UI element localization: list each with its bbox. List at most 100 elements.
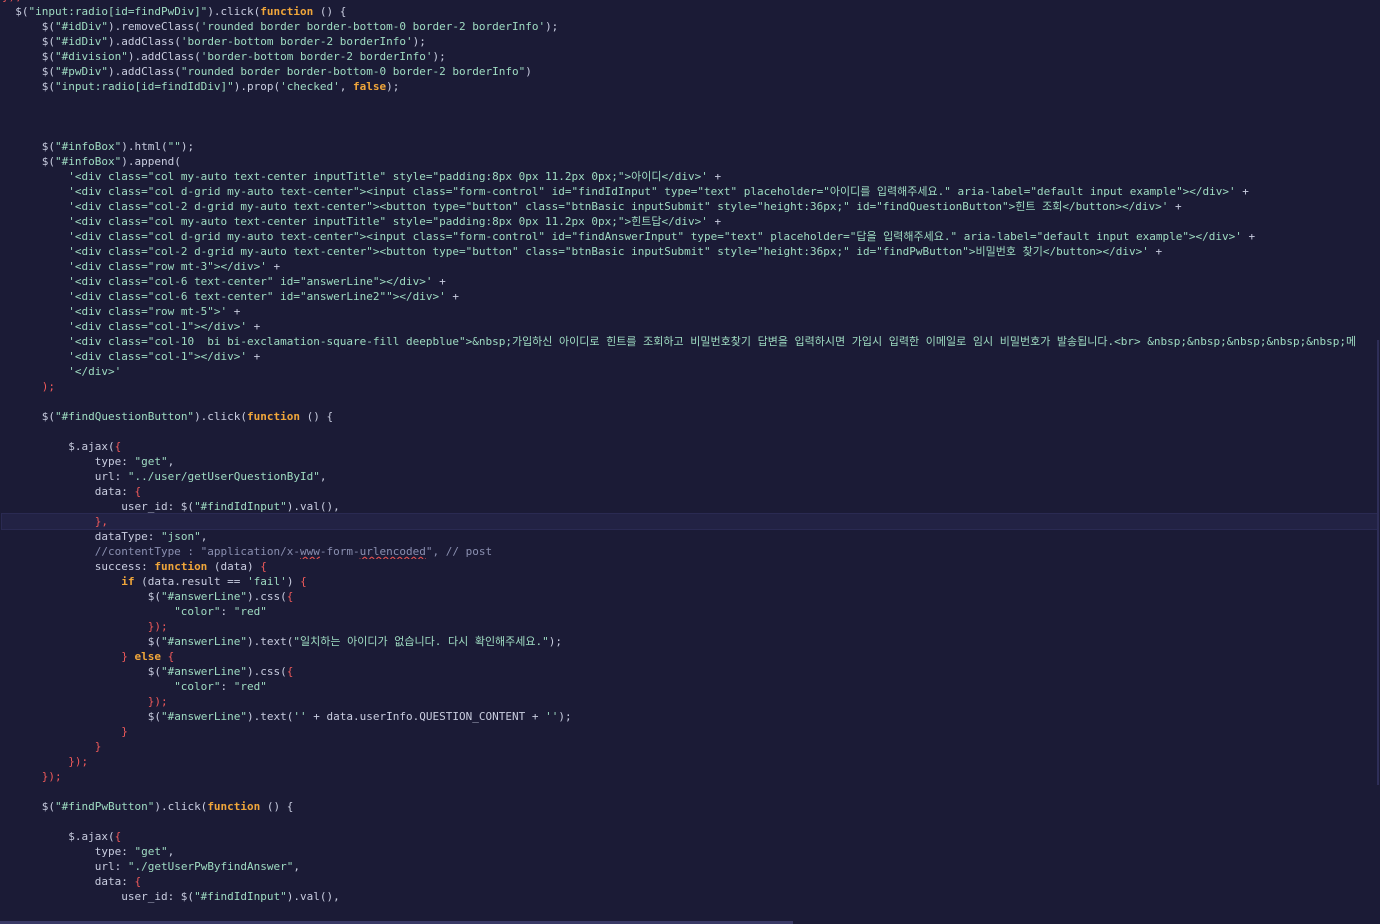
code-line[interactable]: '<div class="col-10 bi bi-exclamation-sq… [2,334,1378,349]
code-line[interactable] [2,784,1378,799]
code-line[interactable]: data: { [2,484,1378,499]
code-line[interactable]: $("#answerLine").css({ [2,664,1378,679]
code-line[interactable]: ); [2,379,1378,394]
code-line[interactable]: '<div class="row mt-5">' + [2,304,1378,319]
code-line[interactable]: '<div class="col my-auto text-center inp… [2,169,1378,184]
code-line[interactable]: } [2,739,1378,754]
code-line[interactable]: $("#division").addClass('border-bottom b… [2,49,1378,64]
code-token: '<div class="col-10 bi bi-exclamation-sq… [68,335,1357,348]
code-editor[interactable]: }); $("input:radio[id=findPwDiv]").click… [0,0,1380,924]
code-token: "#infoBox" [54,155,122,168]
code-line[interactable]: "color": "red" [2,679,1378,694]
code-token: + [247,350,261,363]
code-line[interactable]: '<div class="col my-auto text-center inp… [2,214,1378,229]
code-line[interactable] [2,394,1378,409]
code-line[interactable]: $("#answerLine").text("일치하는 아이디가 없습니다. 다… [2,634,1378,649]
code-line[interactable]: '<div class="col d-grid my-auto text-cen… [2,229,1378,244]
code-token: ).text( [247,635,294,648]
vertical-scrollbar[interactable] [1377,340,1379,785]
code-line[interactable]: $("#idDiv").addClass('border-bottom bord… [2,34,1378,49]
code-line[interactable]: '<div class="row mt-3"></div>' + [2,259,1378,274]
code-token: , [167,845,175,858]
code-token: ).click( [207,5,261,18]
code-line[interactable]: }); [2,619,1378,634]
code-token: + [247,320,261,333]
code-line[interactable]: $.ajax({ [2,439,1378,454]
code-token: $( [2,65,55,78]
code-line[interactable] [2,424,1378,439]
code-token: }); [147,620,168,633]
code-token: ).val(), [286,500,340,513]
code-line[interactable]: }); [2,769,1378,784]
code-line[interactable]: $("#findPwButton").click(function () { [2,799,1378,814]
code-token: $( [2,410,55,423]
code-token: }); [68,755,89,768]
code-line[interactable]: $("#answerLine").css({ [2,589,1378,604]
code-token: '<div class="col-6 text-center" id="answ… [68,290,446,303]
code-line[interactable]: $("#infoBox").append( [2,154,1378,169]
code-line[interactable] [2,124,1378,139]
code-line-current[interactable]: }, [1,513,1379,530]
code-token: data: [2,485,135,498]
code-token: "input:radio[id=findPwDiv]" [28,5,208,18]
code-token: "get" [134,845,168,858]
code-token: , [200,530,208,543]
code-token: '<div class="col d-grid my-auto text-cen… [68,185,1236,198]
code-line[interactable] [2,109,1378,124]
code-token: "#idDiv" [54,20,108,33]
code-line[interactable]: '<div class="col-1"></div>' + [2,349,1378,364]
code-line[interactable]: $.ajax({ [2,829,1378,844]
code-line[interactable]: //contentType : "application/x-www-form-… [2,544,1378,559]
code-line[interactable]: type: "get", [2,454,1378,469]
code-line[interactable]: $("input:radio[id=findPwDiv]").click(fun… [2,4,1378,19]
code-line[interactable]: '<div class="col-2 d-grid my-auto text-c… [2,244,1378,259]
code-line[interactable]: $("#pwDiv").addClass("rounded border bor… [2,64,1378,79]
code-line[interactable]: if (data.result == 'fail') { [2,574,1378,589]
code-line[interactable]: '<div class="col-6 text-center" id="answ… [2,274,1378,289]
code-token: () { [260,800,294,813]
code-line[interactable]: $("#answerLine").text('' + data.userInfo… [2,709,1378,724]
code-token: ).removeClass( [107,20,201,33]
code-lines[interactable]: }); $("input:radio[id=findPwDiv]").click… [1,0,1379,904]
code-line[interactable]: } else { [2,649,1378,664]
code-token: ).val(), [286,890,340,903]
code-line[interactable] [2,814,1378,829]
code-token: + [707,215,722,228]
code-line[interactable]: } [2,724,1378,739]
code-line[interactable]: $("#infoBox").html(""); [2,139,1378,154]
code-token: + [445,290,459,303]
code-line[interactable]: "color": "red" [2,604,1378,619]
code-line[interactable]: url: "./getUserPwByfindAnswer", [2,859,1378,874]
code-token: "#answerLine" [160,665,248,678]
code-token: '' [545,710,559,723]
code-token: 'rounded border border-bottom-0 border-2… [200,20,546,33]
code-token: + [1241,230,1256,243]
code-token: + [707,170,722,183]
code-line[interactable]: '<div class="col-2 d-grid my-auto text-c… [2,199,1378,214]
code-line[interactable]: '<div class="col d-grid my-auto text-cen… [2,184,1378,199]
code-token: ).append( [121,155,181,168]
code-line[interactable]: }); [2,754,1378,769]
code-line[interactable]: $("input:radio[id=findIdDiv]").prop('che… [2,79,1378,94]
code-token: "red" [233,605,267,618]
code-line[interactable]: $("#idDiv").removeClass('rounded border … [2,19,1378,34]
code-line[interactable]: '</div>' [2,364,1378,379]
code-line[interactable]: user_id: $("#findIdInput").val(), [2,499,1378,514]
code-token: { [114,830,122,843]
code-line[interactable] [2,94,1378,109]
code-token: ).addClass( [127,50,201,63]
code-token: "#findQuestionButton" [54,410,195,423]
code-line[interactable]: user_id: $("#findIdInput").val(), [2,889,1378,904]
code-line[interactable]: url: "../user/getUserQuestionById", [2,469,1378,484]
code-line[interactable]: success: function (data) { [2,559,1378,574]
code-line[interactable]: data: { [2,874,1378,889]
code-line[interactable]: '<div class="col-1"></div>' + [2,319,1378,334]
code-token: "color" [174,605,221,618]
code-line[interactable]: }); [2,694,1378,709]
code-line[interactable]: $("#findQuestionButton").click(function … [2,409,1378,424]
code-line[interactable]: dataType: "json", [2,529,1378,544]
code-line[interactable]: type: "get", [2,844,1378,859]
code-line[interactable]: '<div class="col-6 text-center" id="answ… [2,289,1378,304]
